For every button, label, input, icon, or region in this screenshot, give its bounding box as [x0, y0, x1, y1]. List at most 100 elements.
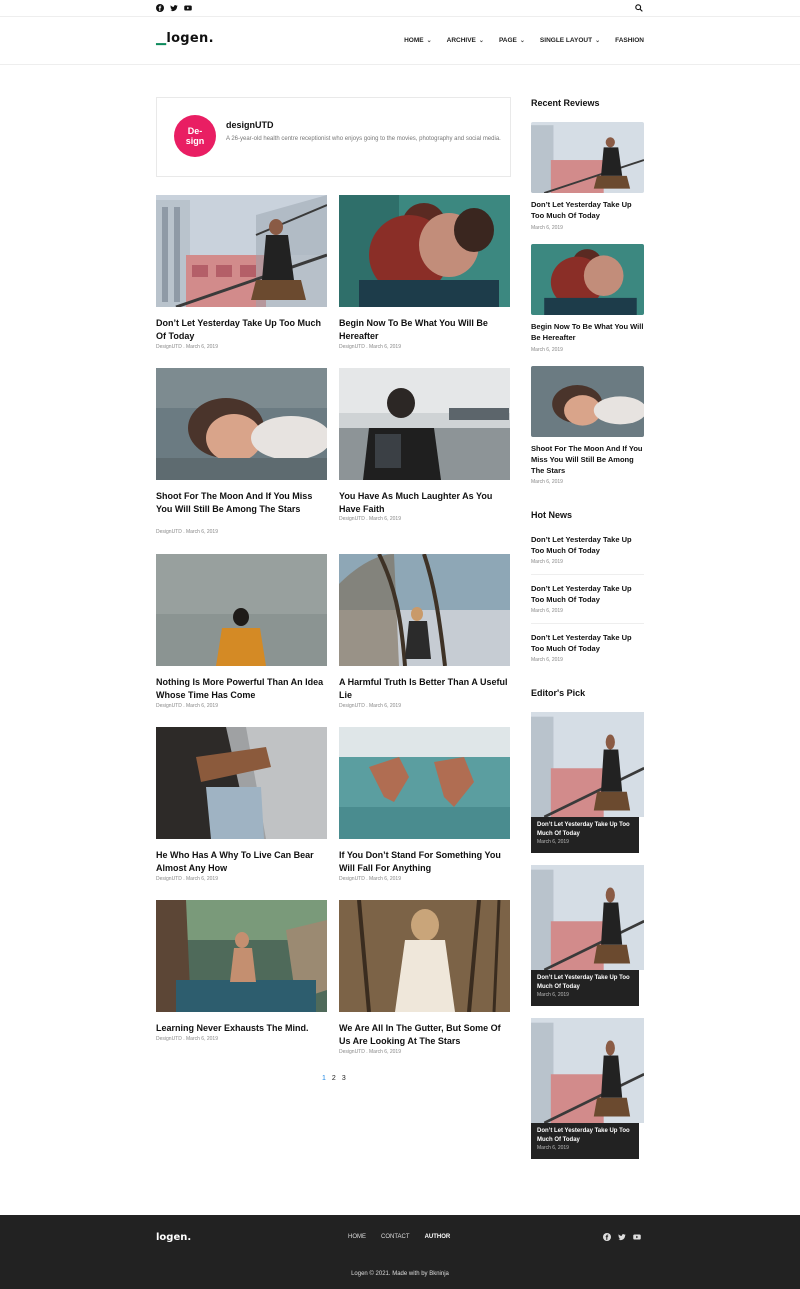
editors-pick-caption-box: Don’t Let Yesterday Take Up Too Much Of …: [531, 817, 639, 853]
post-title[interactable]: A Harmful Truth Is Better Than A Useful …: [339, 676, 510, 701]
post-title[interactable]: He Who Has A Why To Live Can Bear Almost…: [156, 849, 327, 874]
youtube-icon[interactable]: [184, 4, 192, 12]
chevron-down-icon: ⌄: [595, 38, 601, 44]
pagination: 1 2 3: [322, 1075, 346, 1082]
editors-pick-card[interactable]: Don’t Let Yesterday Take Up Too Much Of …: [531, 1018, 644, 1159]
review-photo-woman-on-railing: [531, 122, 644, 193]
post-title[interactable]: You Have As Much Laughter As You Have Fa…: [339, 490, 510, 515]
post-photo-sitting-man: [156, 727, 327, 839]
nav-single-layout-label: SINGLE LAYOUT: [539, 37, 593, 44]
post-image[interactable]: [339, 554, 510, 666]
facebook-icon[interactable]: [156, 4, 164, 12]
nav-single-layout[interactable]: SINGLE LAYOUT ⌄: [540, 37, 600, 44]
author-name[interactable]: designUTD: [226, 120, 274, 130]
post-meta: DesignUTD . March 6, 2019: [339, 703, 401, 709]
post-title[interactable]: Nothing Is More Powerful Than An Idea Wh…: [156, 676, 327, 701]
review-title[interactable]: Shoot For The Moon And If You Miss You W…: [531, 443, 644, 476]
footer-link-author[interactable]: AUTHOR: [425, 1234, 451, 1240]
page-link-3[interactable]: 3: [342, 1075, 346, 1082]
post-photo-photographer: [339, 368, 510, 480]
main-nav: HOME ⌄ ARCHIVE ⌄ PAGE ⌄ SINGLE LAYOUT ⌄ FASH…: [404, 37, 644, 44]
chevron-down-icon: ⌄: [478, 38, 484, 44]
page-link-1[interactable]: 1: [322, 1075, 326, 1082]
editors-pick-title[interactable]: Don’t Let Yesterday Take Up Too Much Of …: [537, 821, 631, 839]
post-title[interactable]: Shoot For The Moon And If You Miss You W…: [156, 490, 327, 515]
post-photo-swing: [339, 554, 510, 666]
post-image[interactable]: [156, 554, 327, 666]
search-icon[interactable]: [635, 4, 643, 12]
twitter-icon[interactable]: [170, 4, 178, 12]
post-title[interactable]: Learning Never Exhausts The Mind.: [156, 1022, 327, 1035]
post-meta: DesignUTD . March 6, 2019: [156, 1036, 218, 1042]
review-image[interactable]: [531, 122, 644, 193]
footer-logo[interactable]: logen.: [156, 1232, 191, 1243]
post-image[interactable]: [156, 900, 327, 1012]
post-title[interactable]: If You Don’t Stand For Something You Wil…: [339, 849, 510, 874]
review-photo-sleeping-woman: [531, 366, 644, 437]
footer-social-links: [603, 1233, 641, 1241]
review-title[interactable]: Begin Now To Be What You Will Be Hereaft…: [531, 321, 644, 343]
post-meta: DesignUTD . March 6, 2019: [339, 344, 401, 350]
editors-pick-title[interactable]: Don’t Let Yesterday Take Up Too Much Of …: [537, 1127, 631, 1145]
post-image[interactable]: [156, 368, 327, 480]
post-meta: DesignUTD . March 6, 2019: [339, 876, 401, 882]
editors-pick-photo: [531, 712, 644, 817]
editors-pick-image: [531, 712, 644, 817]
nav-fashion[interactable]: FASHION: [615, 37, 644, 44]
editors-pick-image: [531, 1018, 644, 1123]
nav-archive[interactable]: ARCHIVE ⌄: [447, 37, 484, 44]
post-image[interactable]: [156, 727, 327, 839]
footer-nav: HOME CONTACT AUTHOR: [348, 1234, 450, 1240]
top-social-links: [156, 4, 192, 12]
facebook-icon[interactable]: [603, 1233, 611, 1241]
logo-text: logen.: [166, 31, 214, 46]
site-header: ▁logen. HOME ⌄ ARCHIVE ⌄ PAGE ⌄ SINGLE LAYO…: [0, 17, 800, 65]
avatar-text: De- sign: [185, 126, 205, 146]
page-link-2[interactable]: 2: [332, 1075, 336, 1082]
chevron-down-icon: ⌄: [426, 38, 432, 44]
nav-home-label: HOME: [404, 37, 424, 44]
editors-pick-date: March 6, 2019: [537, 1145, 569, 1151]
post-image[interactable]: [339, 368, 510, 480]
editors-pick-title[interactable]: Don’t Let Yesterday Take Up Too Much Of …: [537, 974, 631, 992]
post-photo-divers: [339, 727, 510, 839]
youtube-icon[interactable]: [633, 1233, 641, 1241]
post-meta: DesignUTD . March 6, 2019: [156, 703, 218, 709]
post-title[interactable]: We Are All In The Gutter, But Some Of Us…: [339, 1022, 510, 1047]
footer-link-home[interactable]: HOME: [348, 1234, 366, 1240]
author-avatar[interactable]: De- sign: [174, 115, 216, 157]
editors-pick-date: March 6, 2019: [537, 992, 569, 998]
post-meta: DesignUTD . March 6, 2019: [156, 344, 218, 350]
post-image[interactable]: [339, 195, 510, 307]
hot-news-title[interactable]: Don’t Let Yesterday Take Up Too Much Of …: [531, 583, 644, 605]
editors-pick-photo: [531, 865, 644, 970]
post-title[interactable]: Don’t Let Yesterday Take Up Too Much Of …: [156, 317, 327, 342]
post-image[interactable]: [339, 727, 510, 839]
nav-home[interactable]: HOME ⌄: [404, 37, 432, 44]
twitter-icon[interactable]: [618, 1233, 626, 1241]
hot-news-title[interactable]: Don’t Let Yesterday Take Up Too Much Of …: [531, 632, 644, 654]
site-logo[interactable]: ▁logen.: [156, 31, 214, 46]
top-bar: [0, 0, 800, 17]
editors-pick-card[interactable]: Don’t Let Yesterday Take Up Too Much Of …: [531, 865, 644, 1006]
site-footer: logen. HOME CONTACT AUTHOR Logen © 2021.…: [0, 1215, 800, 1289]
post-photo-couple: [339, 195, 510, 307]
post-meta: DesignUTD . March 6, 2019: [156, 529, 218, 535]
editors-pick-card[interactable]: Don’t Let Yesterday Take Up Too Much Of …: [531, 712, 644, 853]
nav-archive-label: ARCHIVE: [446, 37, 476, 44]
review-image[interactable]: [531, 366, 644, 437]
nav-page[interactable]: PAGE ⌄: [499, 37, 525, 44]
post-photo-waterfall: [156, 900, 327, 1012]
post-image[interactable]: [339, 900, 510, 1012]
post-title[interactable]: Begin Now To Be What You Will Be Hereaft…: [339, 317, 510, 342]
review-title[interactable]: Don’t Let Yesterday Take Up Too Much Of …: [531, 199, 644, 221]
editors-pick-heading: Editor's Pick: [531, 688, 586, 698]
review-date: March 6, 2019: [531, 225, 563, 231]
editors-pick-caption-box: Don’t Let Yesterday Take Up Too Much Of …: [531, 970, 639, 1006]
hot-news-title[interactable]: Don’t Let Yesterday Take Up Too Much Of …: [531, 534, 644, 556]
recent-reviews-heading: Recent Reviews: [531, 98, 600, 108]
review-image[interactable]: [531, 244, 644, 315]
post-image[interactable]: [156, 195, 327, 307]
post-photo-person-by-water: [156, 554, 327, 666]
footer-link-contact[interactable]: CONTACT: [381, 1234, 410, 1240]
